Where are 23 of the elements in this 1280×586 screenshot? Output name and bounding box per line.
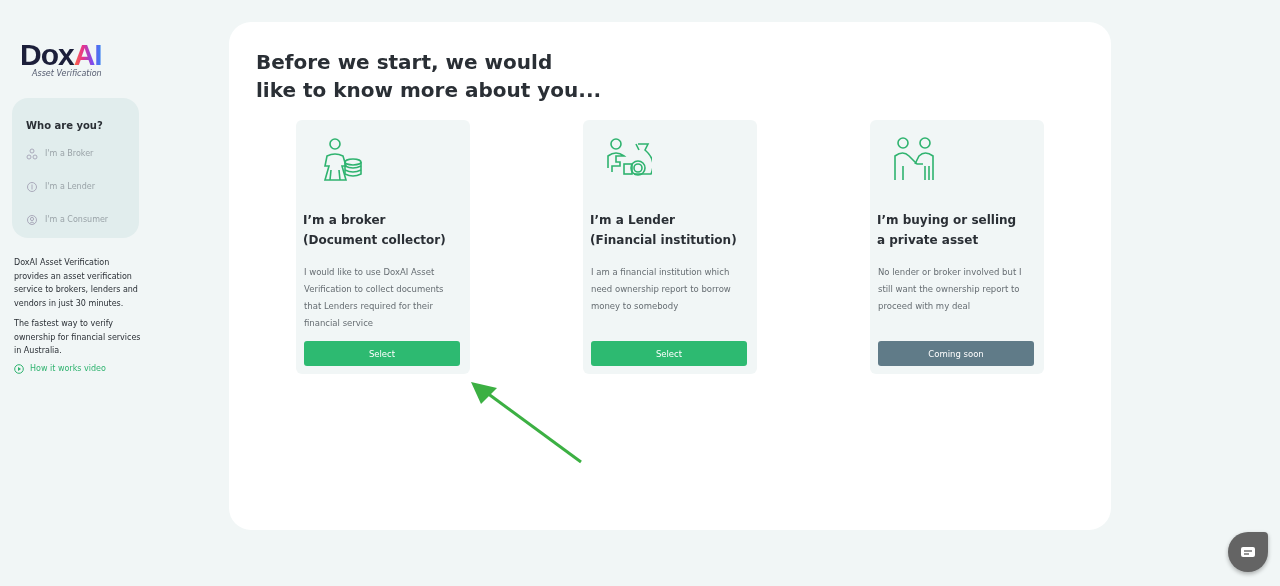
sidebar-item[interactable]: I'm a Broker [26, 137, 139, 170]
card-description: I would like to use DoxAI Asset Verification to collect documents that Lenders required for their financial service [303, 266, 445, 330]
card-description: I am a financial institution which need ownership report to borrow money to somebody [590, 266, 732, 313]
logo: DoxAI Asset Verification [20, 40, 102, 78]
play-icon [14, 363, 24, 374]
description-text: DoxAI Asset Verification provides an asset verification service to brokers, lenders and vendors in just 30 minutes. [14, 257, 139, 310]
select-button[interactable]: Select [591, 341, 747, 366]
card-title: I’m a Lender (Financial institution) [590, 212, 738, 249]
coin-icon [26, 180, 38, 193]
description-text: The fastest way to verify ownership for financial services in Australia. [14, 318, 142, 357]
people-icon [26, 147, 38, 160]
card-title: I’m buying or selling a private asset [877, 212, 1018, 249]
video-link[interactable]: How it works video [14, 363, 140, 374]
sidebar-item[interactable]: I'm a Lender [26, 170, 139, 203]
user-icon [26, 213, 38, 226]
chat-icon [1240, 546, 1256, 558]
select-button[interactable]: Select [304, 341, 460, 366]
panel-title: Who are you? [26, 120, 104, 131]
chat-button[interactable] [1228, 532, 1268, 572]
sidebar-item[interactable]: I'm a Consumer [26, 203, 139, 236]
card-title: I’m a broker (Document collector) [303, 212, 447, 249]
page-heading: Before we start, we would like to know more about you... [256, 49, 603, 104]
card-description: No lender or broker involved but I still want the ownership report to proceed with my deal [877, 266, 1023, 313]
